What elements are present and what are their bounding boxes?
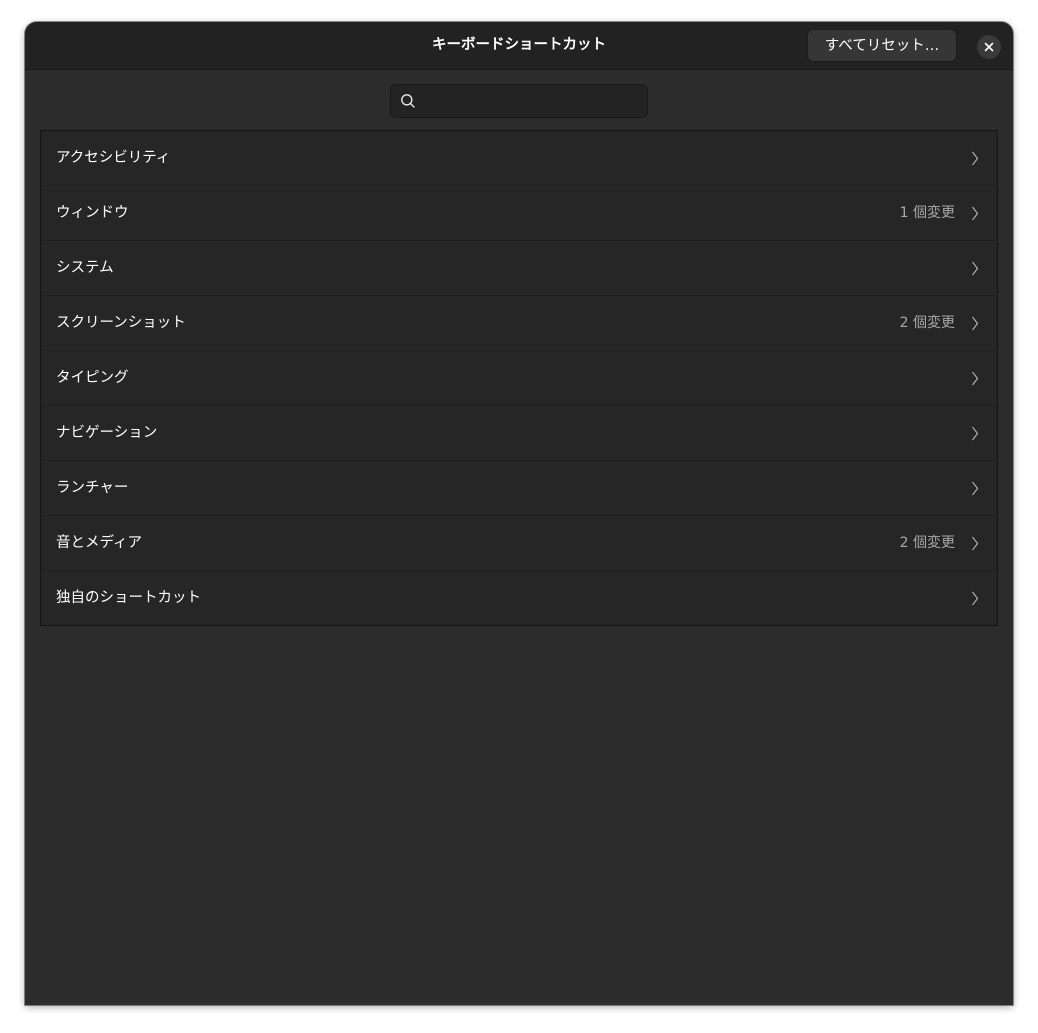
category-row[interactable]: 音とメディア 2 個変更 bbox=[41, 516, 997, 571]
category-row[interactable]: アクセシビリティ bbox=[41, 131, 997, 186]
close-icon bbox=[984, 42, 994, 52]
header-bar: キーボードショートカット すべてリセット… bbox=[25, 22, 1013, 70]
chevron-right-icon bbox=[972, 536, 979, 551]
category-row[interactable]: 独自のショートカット bbox=[41, 571, 997, 626]
search-icon bbox=[401, 94, 415, 108]
category-label: 独自のショートカット bbox=[56, 590, 201, 606]
category-label: ウィンドウ bbox=[56, 205, 129, 221]
keyboard-shortcuts-dialog: キーボードショートカット すべてリセット… アクセシビリティ ウィンドウ 1 個変更… bbox=[25, 22, 1013, 1005]
chevron-right-icon bbox=[972, 371, 979, 386]
category-row[interactable]: スクリーンショット 2 個変更 bbox=[41, 296, 997, 351]
close-button[interactable] bbox=[977, 35, 1001, 59]
chevron-right-icon bbox=[972, 426, 979, 441]
search-field[interactable] bbox=[390, 84, 648, 119]
category-label: 音とメディア bbox=[56, 535, 142, 551]
category-row[interactable]: ウィンドウ 1 個変更 bbox=[41, 186, 997, 241]
category-row[interactable]: ランチャー bbox=[41, 461, 997, 516]
category-label: アクセシビリティ bbox=[56, 150, 171, 166]
search-input[interactable] bbox=[423, 85, 645, 119]
chevron-right-icon bbox=[972, 261, 979, 276]
chevron-right-icon bbox=[972, 316, 979, 331]
chevron-right-icon bbox=[972, 206, 979, 221]
category-row[interactable]: ナビゲーション bbox=[41, 406, 997, 461]
category-label: タイピング bbox=[56, 370, 129, 386]
changes-count: 1 個変更 bbox=[899, 205, 955, 221]
chevron-right-icon bbox=[972, 591, 979, 606]
category-row[interactable]: タイピング bbox=[41, 351, 997, 406]
shortcut-category-list: アクセシビリティ ウィンドウ 1 個変更 システム スクリーンショット 2 個変更 タイピン… bbox=[40, 130, 998, 626]
category-label: ランチャー bbox=[56, 480, 129, 496]
category-label: システム bbox=[56, 260, 114, 276]
category-label: スクリーンショット bbox=[56, 315, 186, 331]
chevron-right-icon bbox=[972, 151, 979, 166]
reset-all-button[interactable]: すべてリセット… bbox=[807, 29, 957, 62]
category-label: ナビゲーション bbox=[56, 425, 158, 441]
changes-count: 2 個変更 bbox=[899, 535, 955, 551]
category-row[interactable]: システム bbox=[41, 241, 997, 296]
changes-count: 2 個変更 bbox=[899, 315, 955, 331]
chevron-right-icon bbox=[972, 481, 979, 496]
